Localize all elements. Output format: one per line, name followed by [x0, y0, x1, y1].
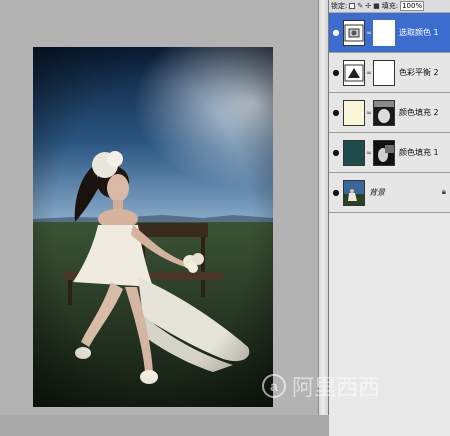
layer-name[interactable]: 选取颜色 1 — [399, 27, 439, 38]
eye-icon[interactable]: ● — [329, 148, 343, 157]
fill-label: 填充: — [381, 2, 399, 10]
lock-icon: 🔒︎ — [441, 187, 446, 196]
layers-empty-area[interactable] — [329, 213, 450, 436]
layer-name[interactable]: 背景 — [369, 187, 385, 198]
layer-name[interactable]: 颜色填充 2 — [399, 107, 439, 118]
canvas-area[interactable] — [0, 0, 318, 415]
layer-name[interactable]: 色彩平衡 2 — [399, 67, 439, 78]
layer-name[interactable]: 颜色填充 1 — [399, 147, 439, 158]
lock-move-icon[interactable]: ✢ — [365, 2, 371, 10]
fill-input[interactable]: 100% — [400, 1, 425, 11]
photo-image — [33, 47, 273, 407]
link-icon[interactable]: ∞ — [365, 29, 373, 37]
layer-color-fill-1[interactable]: ● ∞ 颜色填充 1 — [329, 133, 450, 173]
fill-color-swatch[interactable] — [343, 139, 365, 166]
layer-mask-thumbnail[interactable] — [373, 99, 395, 126]
layer-mask-thumbnail[interactable] — [373, 19, 395, 46]
wedding-photo[interactable] — [33, 47, 273, 407]
layer-color-balance[interactable]: ● ∞ 色彩平衡 2 — [329, 53, 450, 93]
layers-panel: 锁定: ✎ ✢ ■ 填充: 100% ● ∞ 选取颜色 1 ● ∞ 色彩平衡 2… — [328, 0, 450, 436]
eye-icon[interactable]: ● — [329, 68, 343, 77]
lock-brush-icon[interactable]: ✎ — [357, 2, 363, 10]
photo-thumbnail[interactable] — [343, 179, 365, 206]
eye-icon[interactable]: ● — [329, 108, 343, 117]
selective-color-adjustment-icon[interactable] — [343, 19, 365, 46]
layer-background[interactable]: ● 背景 🔒︎ — [329, 173, 450, 213]
layer-selective-color[interactable]: ● ∞ 选取颜色 1 — [329, 13, 450, 53]
layer-color-fill-2[interactable]: ● ∞ 颜色填充 2 — [329, 93, 450, 133]
lock-all-icon[interactable]: ■ — [373, 2, 380, 10]
layer-mask-thumbnail[interactable] — [373, 59, 395, 86]
lock-transparency-icon[interactable] — [349, 3, 356, 9]
lock-label: 锁定: — [331, 2, 348, 10]
link-icon[interactable]: ∞ — [365, 69, 373, 77]
eye-icon[interactable]: ● — [329, 28, 343, 37]
eye-icon[interactable]: ● — [329, 188, 343, 197]
color-balance-adjustment-icon[interactable] — [343, 59, 365, 86]
fill-color-swatch[interactable] — [343, 99, 365, 126]
link-icon[interactable]: ∞ — [365, 109, 373, 117]
link-icon[interactable]: ∞ — [365, 149, 373, 157]
layer-mask-thumbnail[interactable] — [373, 139, 395, 166]
lock-bar: 锁定: ✎ ✢ ■ 填充: 100% — [329, 0, 450, 13]
